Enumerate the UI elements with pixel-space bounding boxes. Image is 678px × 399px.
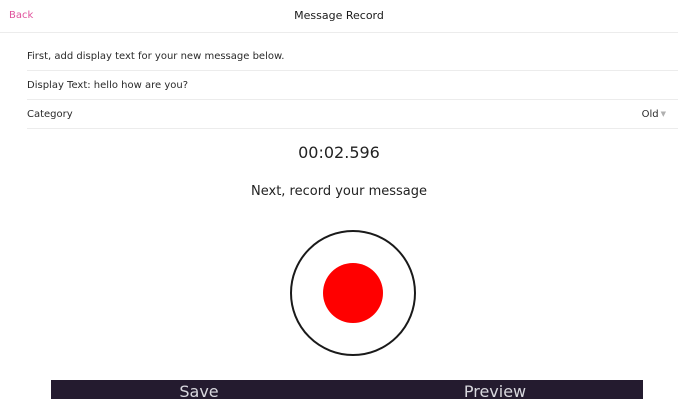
category-select[interactable]: Old ▼ <box>642 100 666 129</box>
preview-button[interactable]: Preview <box>347 380 643 399</box>
page-title: Message Record <box>294 9 384 22</box>
display-text-value: Display Text: hello how are you? <box>27 80 189 91</box>
save-button[interactable]: Save <box>51 380 347 399</box>
bottom-action-bar: Save Preview <box>51 380 643 399</box>
chevron-down-icon: ▼ <box>660 110 666 118</box>
record-button[interactable] <box>290 230 416 356</box>
record-icon <box>323 263 383 323</box>
category-label: Category <box>27 109 73 120</box>
instruction-text: First, add display text for your new mes… <box>27 51 285 62</box>
nav-bar: Back Message Record <box>0 0 678 33</box>
category-value: Old <box>641 109 659 120</box>
message-record-screen: Back Message Record First, add display t… <box>0 0 678 399</box>
instruction-row: First, add display text for your new mes… <box>27 42 678 71</box>
display-text-field[interactable]: Display Text: hello how are you? <box>27 71 678 100</box>
record-timer: 00:02.596 <box>298 143 380 162</box>
category-row[interactable]: Category Old ▼ <box>27 100 678 129</box>
record-prompt: Next, record your message <box>251 184 427 199</box>
